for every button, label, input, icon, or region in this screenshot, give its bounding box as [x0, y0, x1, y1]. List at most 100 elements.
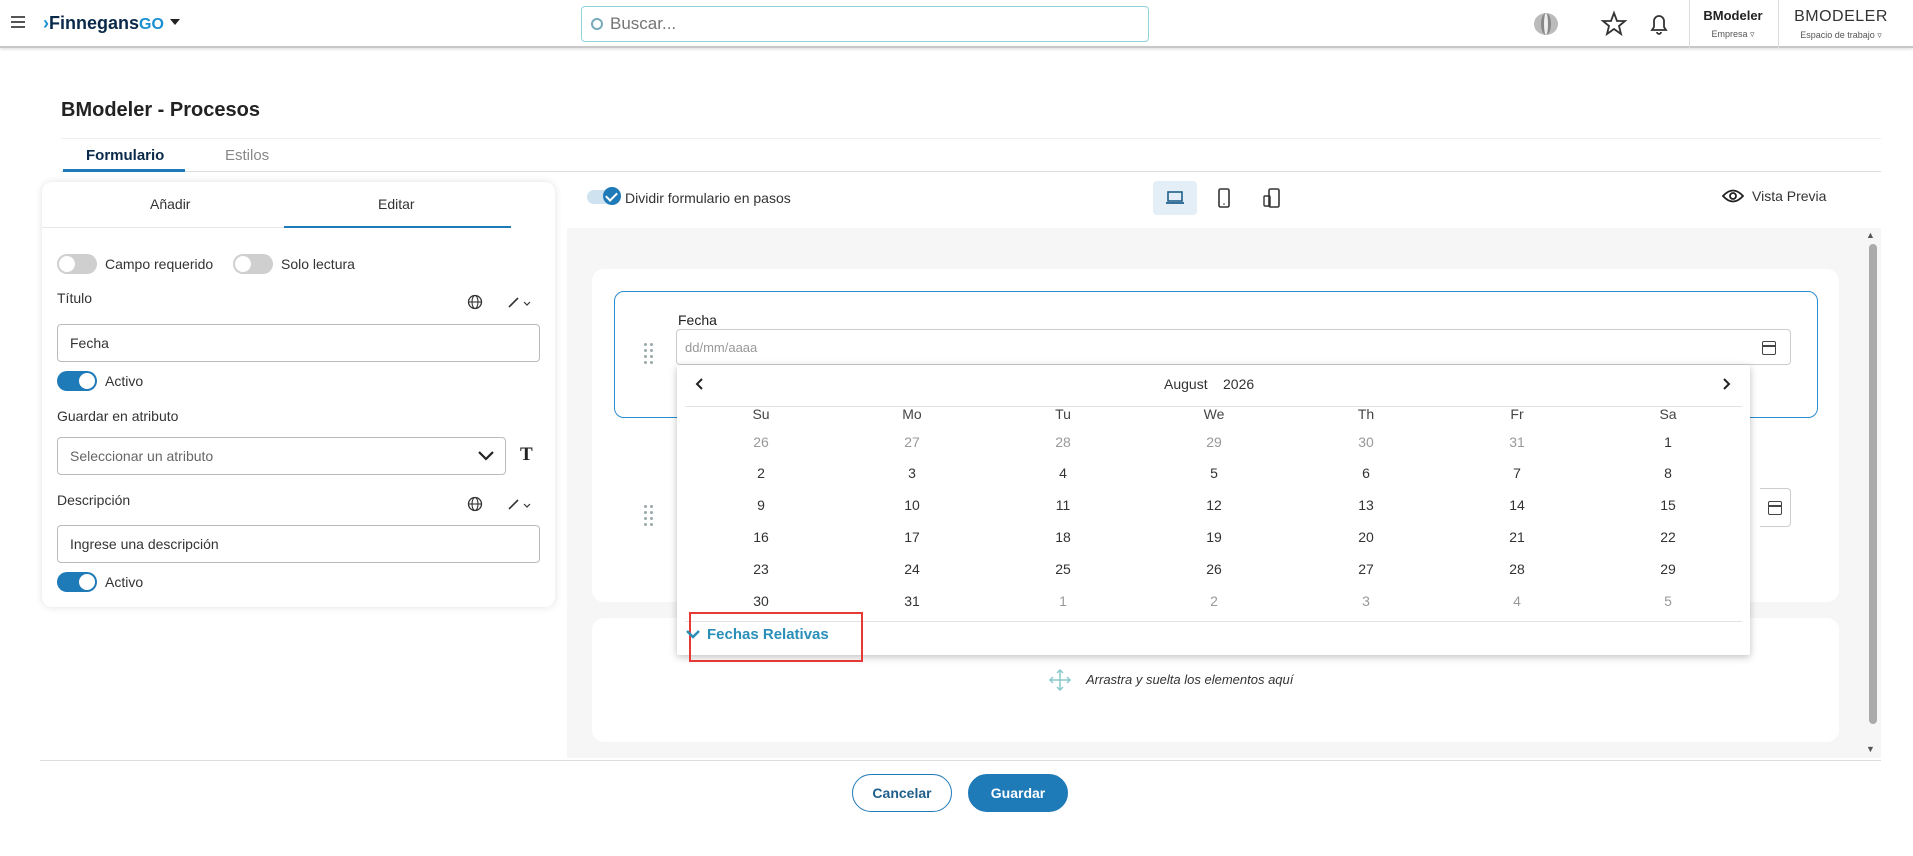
readonly-toggle[interactable] — [233, 254, 273, 274]
calendar-day[interactable]: 30 — [731, 593, 791, 609]
calendar-day[interactable]: 11 — [1033, 497, 1093, 513]
chevron-down-icon[interactable] — [169, 19, 180, 25]
globe-icon[interactable] — [467, 294, 483, 310]
calendar-day[interactable]: 31 — [882, 593, 942, 609]
calendar-icon[interactable] — [1768, 501, 1782, 515]
calendar-day-outside[interactable]: 30 — [1336, 434, 1396, 450]
day-number: 1 — [1059, 593, 1067, 609]
calendar-day[interactable]: 2 — [731, 465, 791, 481]
attribute-select[interactable]: Seleccionar un atributo — [57, 437, 506, 475]
star-icon[interactable] — [1600, 10, 1628, 38]
bell-icon[interactable] — [1645, 10, 1673, 38]
calendar-month[interactable]: August — [1164, 376, 1208, 392]
calendar-day[interactable]: 9 — [731, 497, 791, 513]
search-bar[interactable] — [581, 6, 1149, 42]
calendar-day[interactable]: 29 — [1638, 561, 1698, 577]
steps-toggle[interactable] — [587, 187, 621, 205]
calendar-day[interactable]: 16 — [731, 529, 791, 545]
tab-formulario[interactable]: Formulario — [86, 147, 164, 164]
day-number: 24 — [904, 561, 920, 577]
calendar-day-outside[interactable]: 26 — [731, 434, 791, 450]
tab-estilos[interactable]: Estilos — [225, 147, 269, 164]
calendar-day[interactable]: 7 — [1487, 465, 1547, 481]
eye-icon — [1722, 189, 1744, 203]
globe-icon[interactable] — [467, 496, 483, 512]
title-field[interactable]: Fecha — [57, 324, 540, 362]
calendar-day[interactable]: 3 — [882, 465, 942, 481]
drag-handle-icon[interactable] — [644, 343, 654, 364]
calendar-day-outside[interactable]: 4 — [1487, 593, 1547, 609]
company-selector[interactable]: BModeler Empresa ▿ — [1700, 8, 1766, 40]
calendar-day-outside[interactable]: 31 — [1487, 434, 1547, 450]
brand-sphere-icon[interactable] — [1532, 10, 1560, 38]
calendar-day-outside[interactable]: 27 — [882, 434, 942, 450]
date-input[interactable]: dd/mm/aaaa — [676, 329, 1791, 365]
text-type-icon[interactable]: T — [520, 444, 533, 466]
menu-icon[interactable] — [11, 16, 25, 30]
calendar-day[interactable]: 6 — [1336, 465, 1396, 481]
relative-dates-toggle[interactable]: Fechas Relativas — [686, 626, 829, 643]
brush-icon[interactable] — [506, 294, 532, 310]
second-date-input[interactable] — [1760, 488, 1791, 527]
calendar-day[interactable]: 24 — [882, 561, 942, 577]
day-number: 8 — [1664, 465, 1672, 481]
mobile-view-button[interactable] — [1250, 181, 1294, 215]
desktop-view-button[interactable] — [1153, 181, 1197, 215]
drag-handle-icon[interactable] — [644, 505, 654, 526]
workspace-name: BMODELER — [1794, 8, 1888, 25]
tablet-view-button[interactable] — [1202, 181, 1246, 215]
calendar-day[interactable]: 8 — [1638, 465, 1698, 481]
company-sub: Empresa — [1711, 29, 1748, 39]
calendar-day[interactable]: 22 — [1638, 529, 1698, 545]
relative-dates-label: Fechas Relativas — [707, 626, 829, 643]
tab-editar[interactable]: Editar — [378, 196, 415, 212]
title-active-toggle[interactable] — [57, 371, 97, 391]
search-input[interactable] — [610, 13, 1130, 35]
save-button[interactable]: Guardar — [968, 774, 1068, 812]
preview-button[interactable]: Vista Previa — [1722, 188, 1826, 204]
description-active-toggle[interactable] — [57, 572, 97, 592]
calendar-day[interactable]: 10 — [882, 497, 942, 513]
calendar-day-outside[interactable]: 29 — [1184, 434, 1244, 450]
calendar-day[interactable]: 4 — [1033, 465, 1093, 481]
calendar-day[interactable]: 13 — [1336, 497, 1396, 513]
calendar-day[interactable]: 1 — [1638, 434, 1698, 450]
calendar-day[interactable]: 28 — [1487, 561, 1547, 577]
description-field[interactable]: Ingrese una descripción — [57, 525, 540, 563]
calendar-icon[interactable] — [1762, 341, 1776, 355]
calendar-day[interactable]: 23 — [731, 561, 791, 577]
calendar-day[interactable]: 17 — [882, 529, 942, 545]
day-number: 10 — [904, 497, 920, 513]
brush-icon[interactable] — [506, 496, 532, 512]
cancel-button[interactable]: Cancelar — [852, 774, 952, 812]
calendar-day[interactable]: 21 — [1487, 529, 1547, 545]
scrollbar[interactable] — [1869, 244, 1877, 724]
day-number: 9 — [757, 497, 765, 513]
required-toggle[interactable] — [57, 254, 97, 274]
calendar-day[interactable]: 18 — [1033, 529, 1093, 545]
calendar-day-outside[interactable]: 28 — [1033, 434, 1093, 450]
scroll-down-icon[interactable]: ▼ — [1866, 744, 1875, 754]
dropzone[interactable]: Arrastra y suelta los elementos aquí — [1049, 669, 1293, 691]
calendar-year[interactable]: 2026 — [1223, 376, 1254, 392]
calendar-day-outside[interactable]: 5 — [1638, 593, 1698, 609]
scroll-up-icon[interactable]: ▲ — [1866, 230, 1875, 240]
date-placeholder: dd/mm/aaaa — [685, 340, 758, 355]
workspace-selector[interactable]: BMODELER Espacio de trabajo ▿ — [1786, 8, 1896, 41]
calendar-day-outside[interactable]: 2 — [1184, 593, 1244, 609]
calendar-day[interactable]: 14 — [1487, 497, 1547, 513]
chevron-left-icon[interactable] — [693, 377, 707, 391]
tab-anadir[interactable]: Añadir — [150, 196, 190, 212]
calendar-day[interactable]: 19 — [1184, 529, 1244, 545]
calendar-day-outside[interactable]: 1 — [1033, 593, 1093, 609]
calendar-day[interactable]: 12 — [1184, 497, 1244, 513]
chevron-right-icon[interactable] — [1719, 377, 1733, 391]
app-logo[interactable]: ›FinnegansGO — [43, 13, 180, 34]
calendar-day[interactable]: 25 — [1033, 561, 1093, 577]
calendar-day[interactable]: 15 — [1638, 497, 1698, 513]
calendar-day[interactable]: 20 — [1336, 529, 1396, 545]
calendar-day[interactable]: 26 — [1184, 553, 1244, 585]
calendar-day[interactable]: 27 — [1336, 561, 1396, 577]
calendar-day[interactable]: 5 — [1184, 465, 1244, 481]
calendar-day-outside[interactable]: 3 — [1336, 593, 1396, 609]
